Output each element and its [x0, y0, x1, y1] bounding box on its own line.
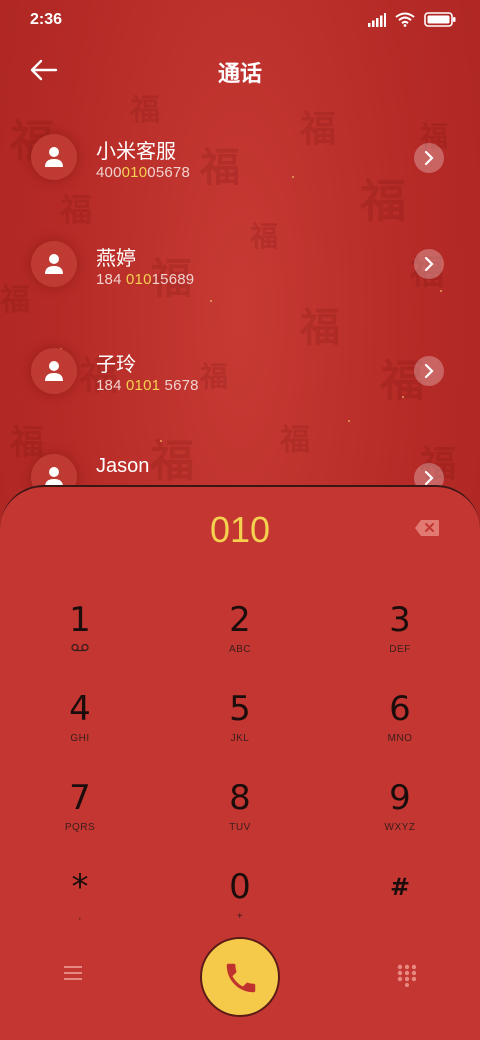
dial-key-1[interactable]: 1: [20, 600, 140, 680]
key-digit: 3: [389, 600, 411, 640]
person-icon: [45, 254, 63, 274]
contact-name: 子玲: [96, 354, 136, 376]
key-digit: 1: [69, 600, 91, 640]
phone-icon: [226, 963, 256, 993]
dial-key-5[interactable]: 5 JKL: [180, 689, 300, 769]
key-digit: 6: [389, 689, 411, 729]
keypad-toggle-button[interactable]: [396, 963, 418, 987]
chevron-right-icon: [424, 257, 434, 271]
contact-detail-button[interactable]: [414, 143, 444, 173]
contact-name: 燕婷: [96, 248, 136, 270]
contact-number: 184 01015689: [96, 271, 195, 288]
dial-key-6[interactable]: 6 MNO: [340, 689, 460, 769]
key-letters: ABC: [228, 644, 252, 655]
key-letters: WXYZ: [384, 822, 416, 833]
avatar: [31, 134, 77, 180]
key-letters: ,: [78, 911, 82, 922]
contact-item[interactable]: 小米客服 40001005678: [0, 112, 480, 202]
key-digit: 9: [389, 778, 411, 818]
contact-number: 40001005678: [96, 164, 190, 181]
key-letters: DEF: [389, 644, 411, 655]
header: 通话: [0, 48, 480, 94]
menu-icon: [64, 966, 82, 980]
dialed-number: 010: [209, 509, 271, 550]
person-icon: [45, 361, 63, 381]
key-digit: 2: [229, 600, 251, 640]
dial-pad: 010 1 2 ABC 3 DEF 4 GHI 5 JKL 6 MNO 7 PQ…: [0, 485, 480, 1040]
key-digit: 4: [69, 689, 91, 729]
contact-detail-button[interactable]: [414, 249, 444, 279]
chevron-right-icon: [424, 151, 434, 165]
dial-key-hash[interactable]: #: [340, 867, 460, 947]
dial-key-2[interactable]: 2 ABC: [180, 600, 300, 680]
dial-key-4[interactable]: 4 GHI: [20, 689, 140, 769]
battery-icon: [424, 12, 456, 27]
dial-key-9[interactable]: 9 WXYZ: [340, 778, 460, 858]
key-letters: MNO: [387, 733, 413, 744]
status-time: 2:36: [30, 11, 63, 28]
person-icon: [45, 147, 63, 167]
key-digit: *: [71, 867, 89, 907]
avatar: [31, 348, 77, 394]
chevron-right-icon: [424, 471, 434, 485]
contact-name: 小米客服: [96, 141, 176, 163]
backspace-icon: [415, 520, 439, 536]
key-letters: GHI: [70, 733, 90, 744]
wifi-icon: [395, 12, 415, 27]
page-title: 通话: [217, 62, 262, 87]
avatar: [31, 241, 77, 287]
contact-item[interactable]: 燕婷 184 01015689: [0, 218, 480, 308]
dial-key-0[interactable]: 0 +: [180, 867, 300, 947]
key-digit: 0: [229, 867, 251, 907]
key-digit: 8: [229, 778, 251, 818]
status-bar: 2:36: [0, 0, 480, 40]
dial-key-7[interactable]: 7 PQRS: [20, 778, 140, 858]
voicemail-icon: [71, 643, 89, 652]
key-letters: JKL: [230, 733, 250, 744]
dial-key-8[interactable]: 8 TUV: [180, 778, 300, 858]
key-digit: 5: [229, 689, 251, 729]
contact-item[interactable]: 子玲 184 0101 5678: [0, 325, 480, 415]
contact-detail-button[interactable]: [414, 356, 444, 386]
dial-key-star[interactable]: * ,: [20, 867, 140, 947]
contact-name: Jason: [96, 455, 150, 477]
chevron-right-icon: [424, 364, 434, 378]
call-button[interactable]: [200, 937, 280, 1017]
backspace-button[interactable]: [414, 519, 440, 537]
contact-number: 184 0101 5678: [96, 377, 199, 394]
menu-button[interactable]: [62, 963, 84, 983]
key-digit: #: [389, 873, 411, 901]
key-letters: TUV: [229, 822, 251, 833]
dial-key-3[interactable]: 3 DEF: [340, 600, 460, 680]
key-letters: +: [236, 911, 244, 922]
keypad-icon: [397, 964, 417, 987]
key-digit: 7: [69, 778, 91, 818]
signal-icon: [368, 12, 386, 27]
key-letters: PQRS: [64, 822, 96, 833]
